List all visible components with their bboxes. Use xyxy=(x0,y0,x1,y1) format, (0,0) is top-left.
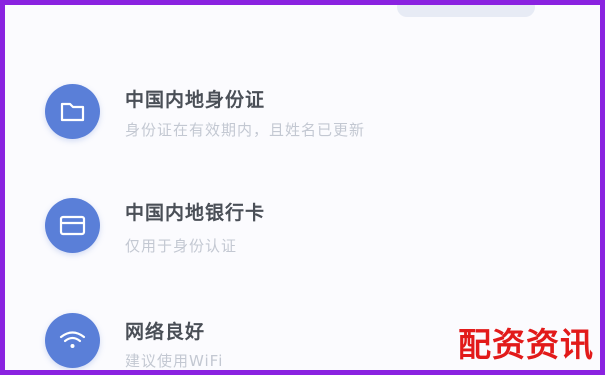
folder-icon xyxy=(45,84,100,139)
requirements-panel: 中国内地身份证 身份证在有效期内，且姓名已更新 中国内地银行卡 仅用于身份认证 … xyxy=(5,5,600,370)
requirement-description: 身份证在有效期内，且姓名已更新 xyxy=(125,121,366,139)
requirement-title: 网络良好 xyxy=(125,321,206,343)
requirement-description: 仅用于身份认证 xyxy=(125,237,238,255)
requirement-title: 中国内地银行卡 xyxy=(125,202,266,224)
wifi-icon xyxy=(45,313,100,368)
watermark: 配资资讯 xyxy=(458,325,594,364)
requirement-title: 中国内地身份证 xyxy=(125,89,266,111)
bank-card-icon xyxy=(45,198,100,253)
requirement-description: 建议使用WiFi xyxy=(125,352,224,370)
requirement-bank-card: 中国内地银行卡 仅用于身份认证 xyxy=(5,180,600,270)
top-button-edge[interactable] xyxy=(397,5,535,17)
requirement-id-card: 中国内地身份证 身份证在有效期内，且姓名已更新 xyxy=(5,67,600,157)
